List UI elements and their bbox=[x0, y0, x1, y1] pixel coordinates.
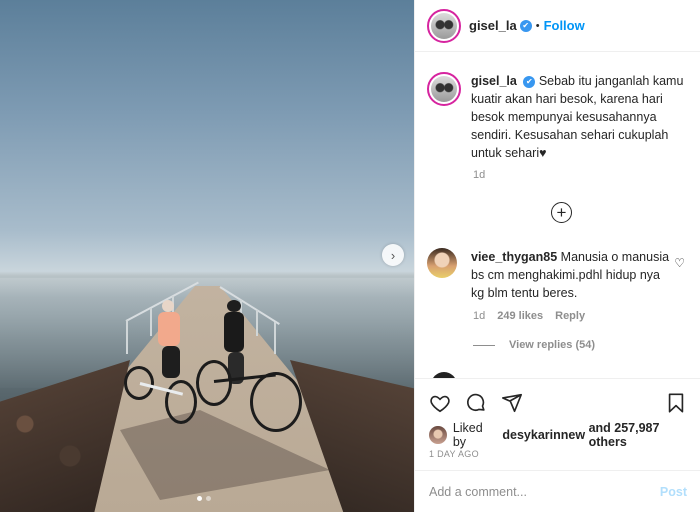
separator-dot: • bbox=[535, 19, 540, 32]
rider-1-helmet bbox=[162, 300, 174, 312]
caption-avatar[interactable] bbox=[427, 72, 461, 106]
chevron-right-icon: › bbox=[390, 247, 396, 263]
rider-2-helmet bbox=[227, 300, 241, 312]
post-date[interactable]: 1 DAY AGO bbox=[429, 449, 479, 459]
add-comment-bar: Post bbox=[415, 470, 700, 512]
comment-button[interactable] bbox=[463, 390, 489, 416]
post-header: gisel_la ✔ • Follow bbox=[415, 0, 700, 52]
commenter-avatar[interactable] bbox=[427, 248, 457, 278]
bike-2-front-wheel bbox=[250, 372, 302, 432]
caption: gisel_la ✔ Sebab itu janganlah kamu kuat… bbox=[427, 72, 691, 162]
bike-1-front-wheel bbox=[165, 380, 197, 424]
like-button[interactable] bbox=[427, 390, 453, 416]
rail-post bbox=[126, 320, 128, 354]
verified-icon: ✔ bbox=[519, 19, 532, 32]
share-button[interactable] bbox=[499, 390, 525, 416]
rail-post bbox=[150, 308, 152, 336]
carousel-dot-active bbox=[197, 496, 202, 501]
carousel-dot bbox=[206, 496, 211, 501]
likes-prefix: Liked by bbox=[452, 421, 483, 449]
comment-meta: 1d 249 likes Reply bbox=[473, 310, 585, 322]
follow-button[interactable]: Follow bbox=[544, 18, 585, 33]
rail-post bbox=[256, 310, 258, 336]
author-avatar[interactable] bbox=[427, 8, 461, 43]
rider-2 bbox=[224, 312, 244, 352]
save-button[interactable] bbox=[663, 390, 689, 416]
view-replies-button[interactable]: View replies (54) bbox=[473, 339, 595, 351]
comment-heart-icon[interactable]: ♡ bbox=[674, 256, 685, 270]
verified-icon: ✔ bbox=[523, 75, 536, 88]
caption-text-block: gisel_la ✔ Sebab itu janganlah kamu kuat… bbox=[471, 72, 691, 162]
bookmark-icon bbox=[668, 392, 684, 413]
post-comment-button[interactable]: Post bbox=[660, 485, 687, 499]
rail-post bbox=[274, 322, 276, 354]
caption-username[interactable]: gisel_la bbox=[471, 74, 517, 88]
comment-username[interactable]: viee_thygan85 bbox=[471, 250, 557, 264]
add-circle-icon[interactable]: + bbox=[551, 202, 572, 223]
comment-likes[interactable]: 249 likes bbox=[497, 310, 543, 322]
liker-username[interactable]: desykarinnew bbox=[502, 428, 585, 442]
comment-time[interactable]: 1d bbox=[473, 310, 485, 322]
view-replies-label: View replies (54) bbox=[509, 339, 596, 351]
reply-button[interactable]: Reply bbox=[555, 310, 585, 322]
comment-body: viee_thygan85 Manusia o manusia bs cm me… bbox=[471, 248, 671, 302]
comment-input[interactable] bbox=[429, 484, 660, 499]
post-side-panel: gisel_la ✔ • Follow gisel_la ✔ Sebab itu… bbox=[414, 0, 700, 512]
action-bar bbox=[415, 378, 700, 426]
liker-avatar[interactable] bbox=[429, 426, 447, 444]
likes-summary: Liked by desykarinnew and 257,987 others bbox=[429, 421, 700, 449]
likes-others[interactable]: and 257,987 others bbox=[589, 421, 700, 449]
comment-icon bbox=[467, 393, 485, 411]
replies-line bbox=[473, 344, 495, 346]
post-photo[interactable]: › bbox=[0, 0, 414, 512]
next-photo-button[interactable]: › bbox=[382, 244, 404, 266]
share-icon bbox=[502, 393, 522, 412]
author-username[interactable]: gisel_la bbox=[469, 18, 517, 33]
carousel-indicator bbox=[197, 496, 211, 501]
rider-1-legs bbox=[162, 346, 180, 378]
rider-1 bbox=[158, 312, 180, 346]
heart-icon bbox=[430, 395, 450, 412]
caption-time[interactable]: 1d bbox=[473, 169, 485, 181]
comment-item: viee_thygan85 Manusia o manusia bs cm me… bbox=[427, 248, 691, 302]
